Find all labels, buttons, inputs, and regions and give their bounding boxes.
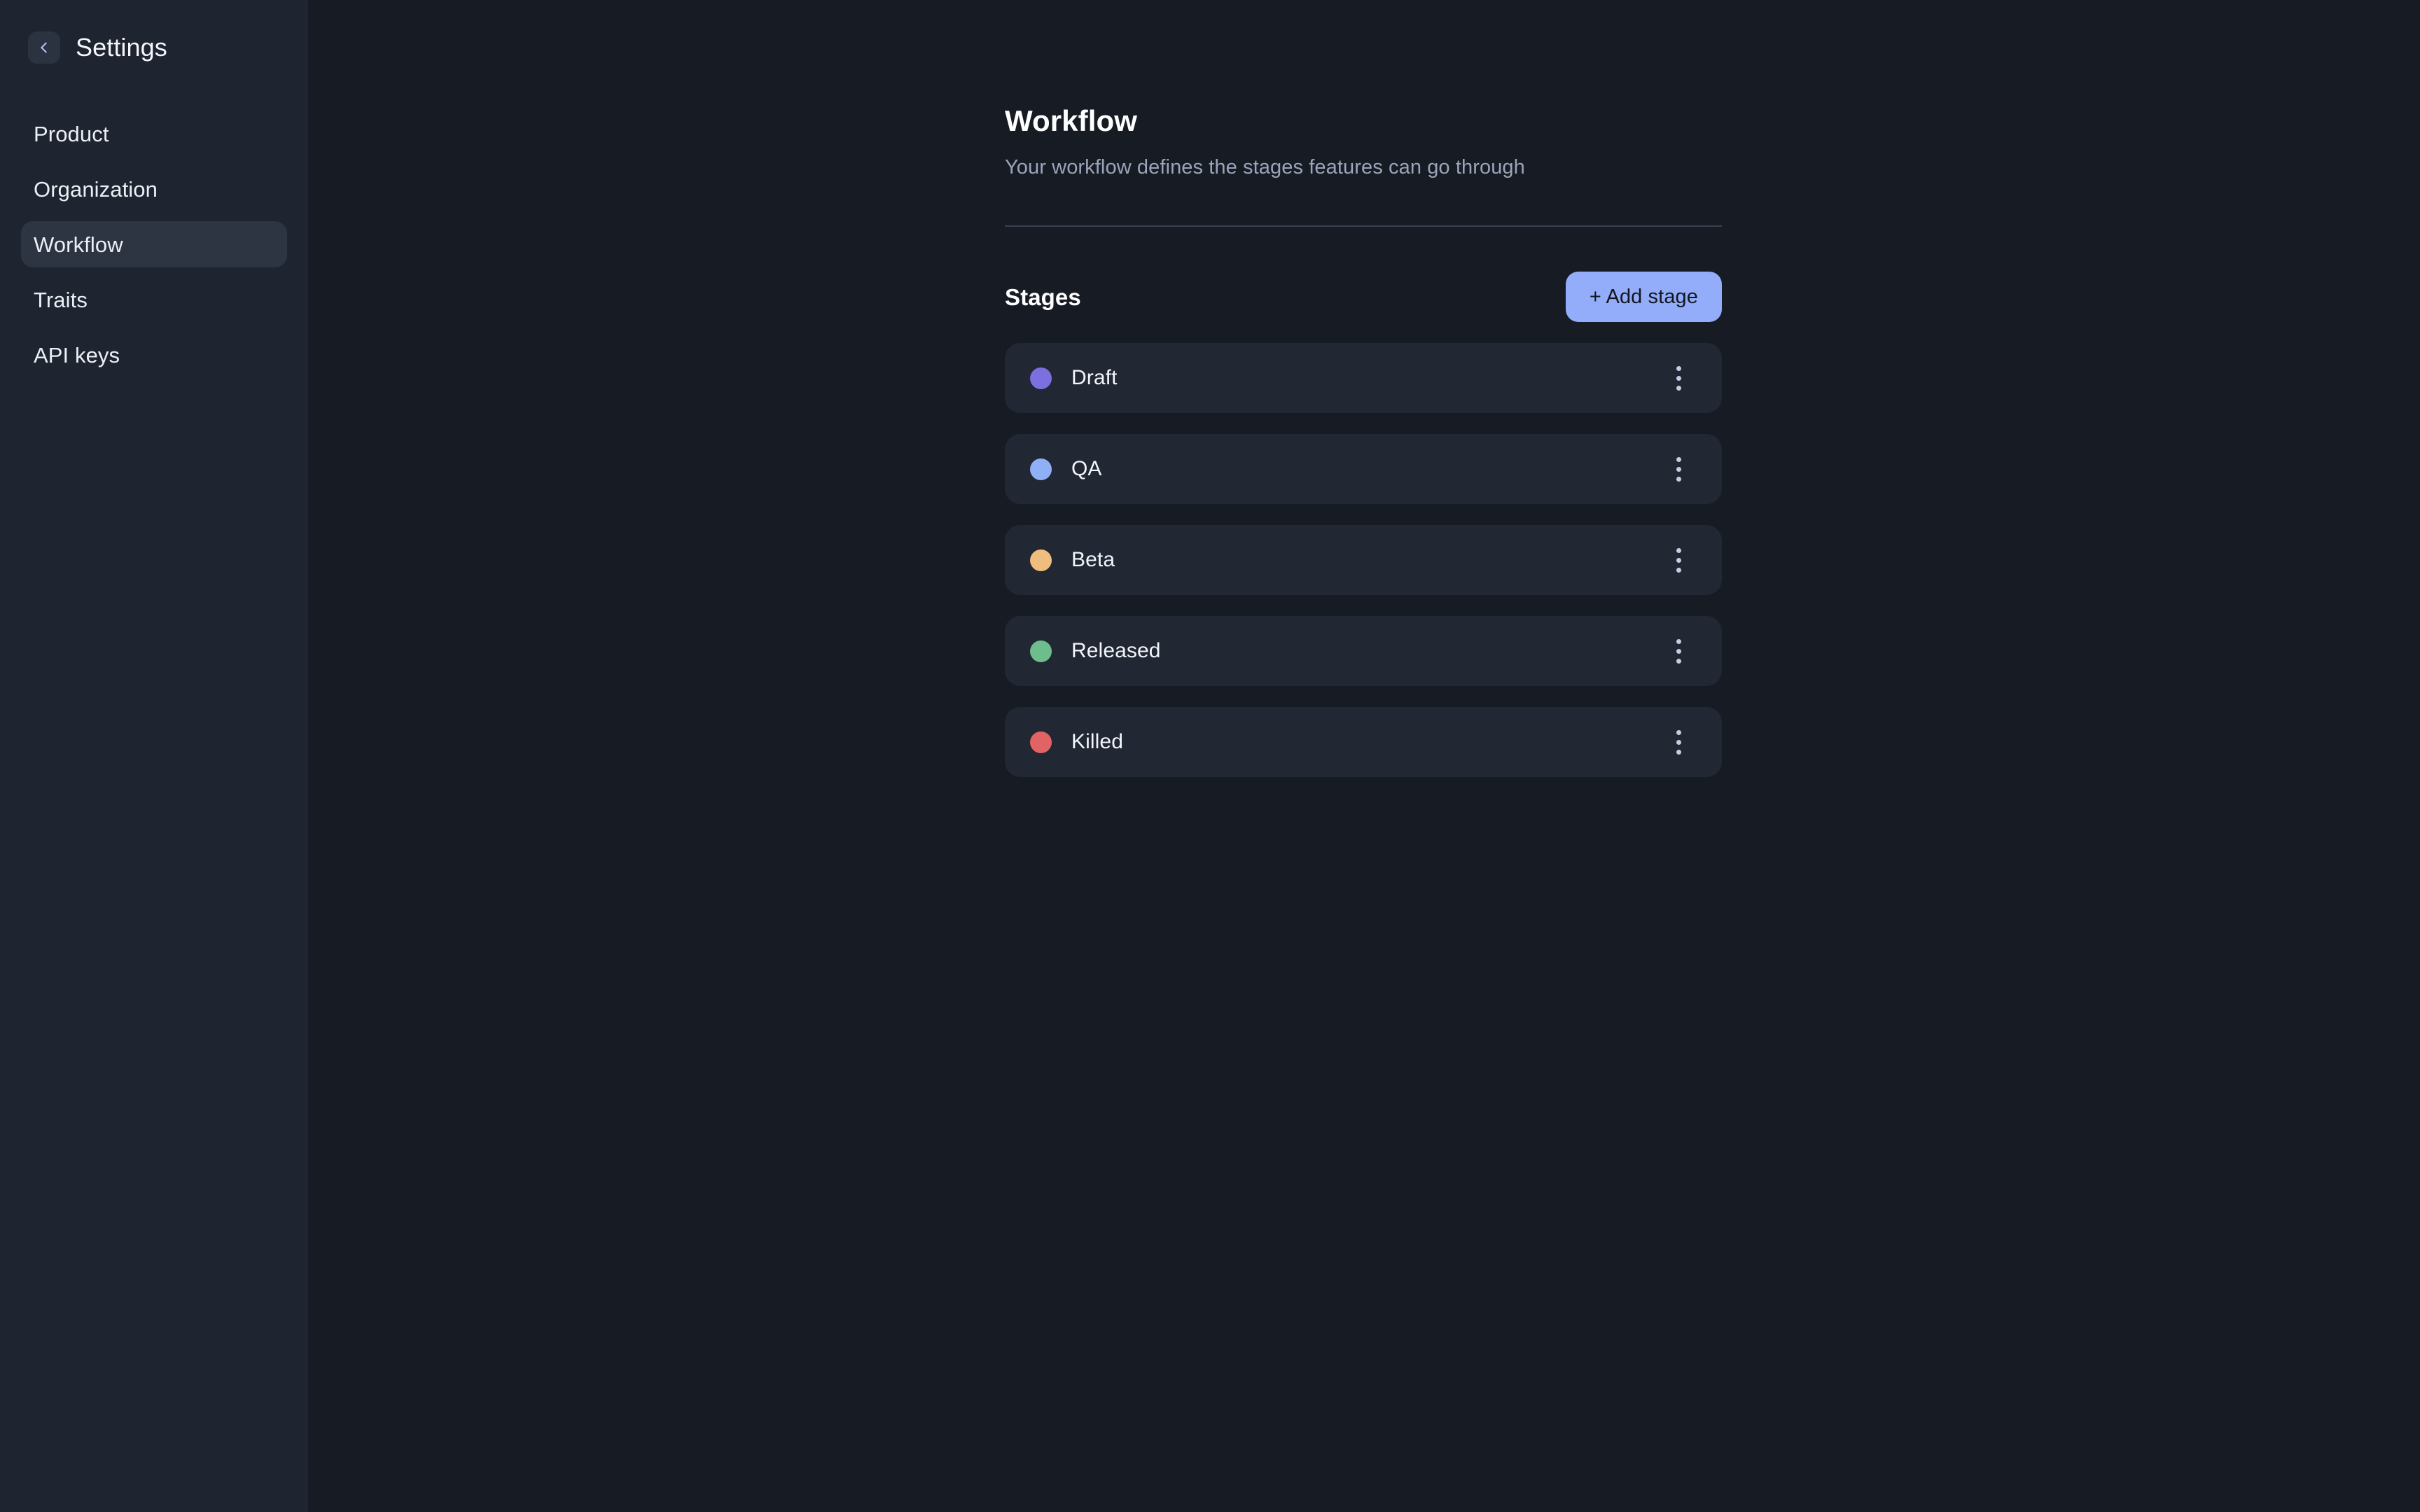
stage-name: Killed [1071,730,1123,754]
sidebar-item-api-keys[interactable]: API keys [21,332,287,378]
stage-color-dot [1030,549,1052,571]
stage-name: QA [1071,457,1102,481]
workflow-heading: Workflow [1005,104,1138,137]
stage-row-qa[interactable]: QA [1005,434,1722,505]
more-vertical-icon[interactable] [1659,449,1698,489]
main-content: Workflow Your workflow defines the stage… [308,0,2420,1512]
workflow-panel: Workflow Your workflow defines the stage… [1005,104,1722,778]
more-vertical-icon[interactable] [1659,358,1698,398]
stage-list: Draft QA Beta Released Killed [1005,343,1722,778]
sidebar-item-workflow[interactable]: Workflow [21,221,287,267]
stage-name: Released [1071,639,1161,663]
settings-sidebar: Settings Product Organization Workflow T… [0,0,308,1512]
stage-color-dot [1030,458,1052,480]
more-vertical-icon[interactable] [1659,631,1698,671]
more-vertical-icon[interactable] [1659,722,1698,762]
sidebar-item-label: Product [34,121,109,146]
section-divider [1005,225,1722,227]
chevron-left-icon [36,40,52,55]
page-title: Settings [76,33,167,62]
stage-row-released[interactable]: Released [1005,616,1722,687]
stage-name: Draft [1071,366,1118,390]
add-stage-button[interactable]: + Add stage [1565,272,1722,323]
stage-color-dot [1030,640,1052,662]
stage-row-killed[interactable]: Killed [1005,707,1722,778]
stages-header: Stages + Add stage [1005,272,1722,323]
sidebar-item-product[interactable]: Product [21,111,287,157]
sidebar-item-label: Organization [34,176,158,202]
app-root: Settings Product Organization Workflow T… [0,0,2420,1512]
stage-color-dot [1030,367,1052,389]
sidebar-item-label: Traits [34,287,88,312]
sidebar-item-label: Workflow [34,232,123,257]
sidebar-item-traits[interactable]: Traits [21,276,287,323]
back-button[interactable] [28,31,60,64]
stage-name: Beta [1071,548,1115,572]
sidebar-item-organization[interactable]: Organization [21,166,287,212]
workflow-description: Your workflow defines the stages feature… [1005,156,1525,179]
more-vertical-icon[interactable] [1659,540,1698,580]
stages-heading: Stages [1005,284,1081,310]
sidebar-item-label: API keys [34,342,120,368]
stage-row-beta[interactable]: Beta [1005,525,1722,596]
sidebar-header: Settings [0,0,308,77]
sidebar-nav: Product Organization Workflow Traits API… [0,111,308,378]
stage-color-dot [1030,731,1052,753]
stage-row-draft[interactable]: Draft [1005,343,1722,414]
